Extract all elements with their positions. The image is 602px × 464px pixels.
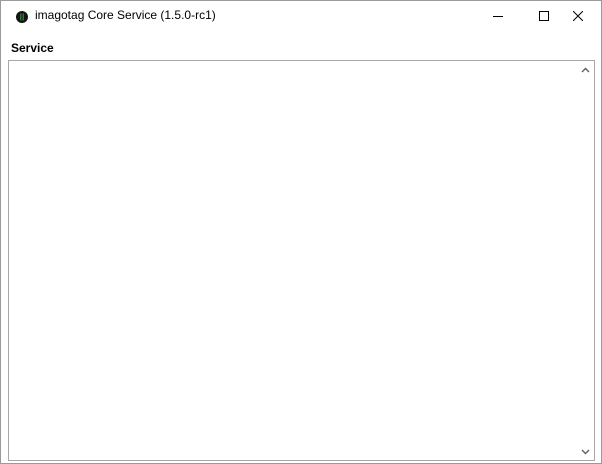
maximize-icon (539, 10, 549, 21)
log-panel (8, 60, 595, 461)
scroll-up-button[interactable] (577, 61, 594, 78)
scroll-down-button[interactable] (577, 443, 594, 460)
title-bar[interactable]: imagotag Core Service (1.5.0-rc1) (1, 1, 601, 30)
menu-service[interactable]: Service (11, 41, 54, 55)
minimize-icon (493, 15, 503, 17)
close-icon (573, 10, 583, 21)
vertical-scrollbar[interactable] (577, 61, 594, 460)
minimize-button[interactable] (475, 1, 521, 30)
close-button[interactable] (555, 1, 601, 30)
menu-bar: Service (1, 39, 601, 58)
window-title: imagotag Core Service (1.5.0-rc1) (35, 8, 216, 22)
chevron-down-icon (581, 449, 590, 454)
imagotag-app-icon (16, 10, 28, 23)
log-text-area[interactable] (9, 61, 577, 460)
scroll-track[interactable] (577, 78, 594, 443)
main-window: imagotag Core Service (1.5.0-rc1) Servic… (0, 0, 602, 464)
chevron-up-icon (581, 67, 590, 72)
